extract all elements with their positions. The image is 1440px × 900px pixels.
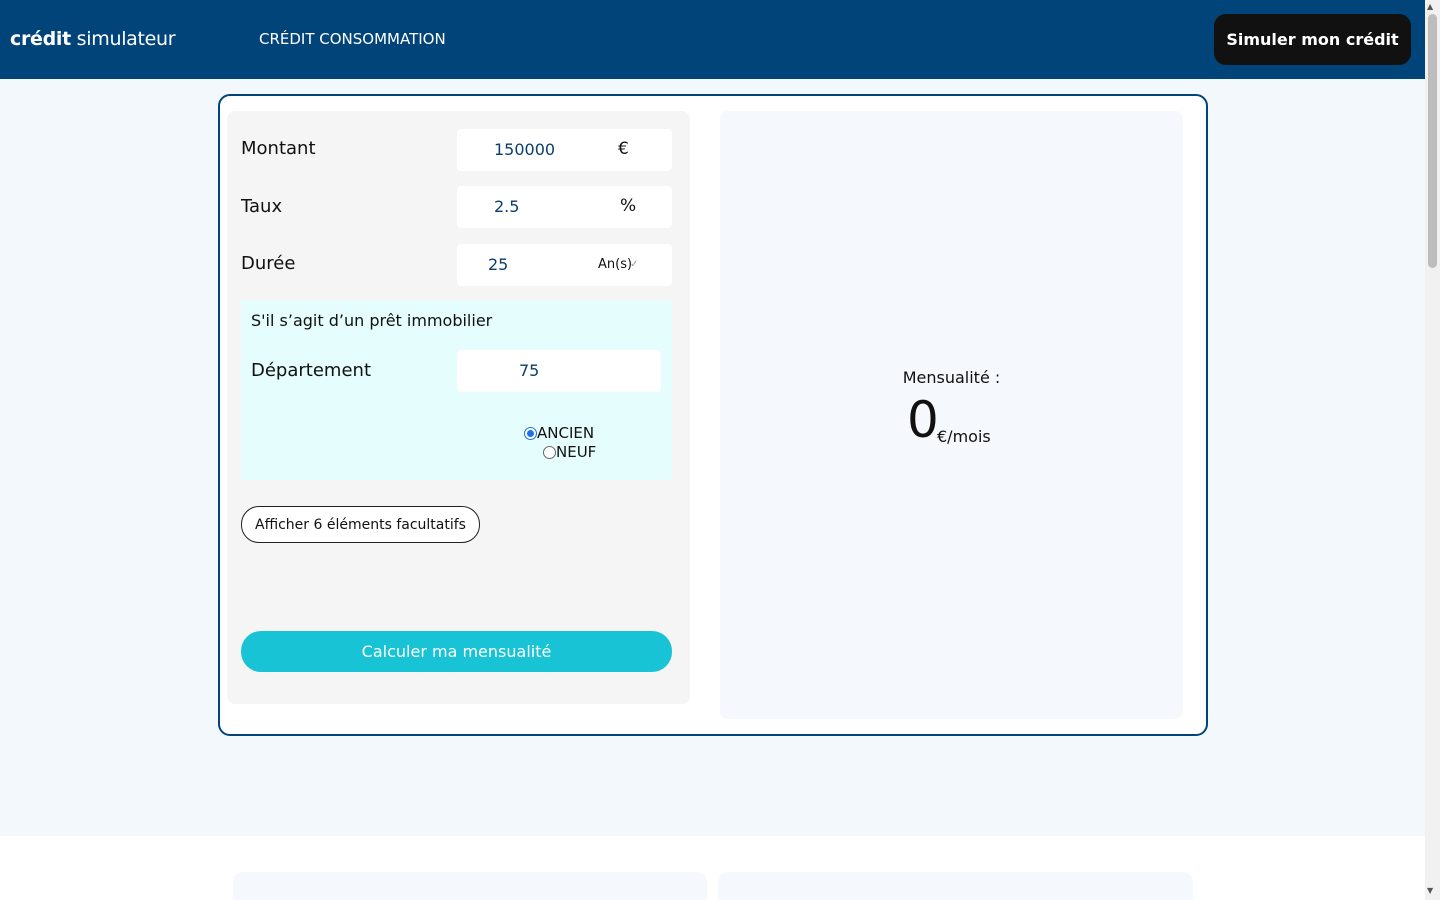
scroll-down-icon[interactable]: ▼ [1427, 886, 1433, 895]
duree-unit-select[interactable]: An(s) [598, 257, 632, 272]
duree-label: Durée [241, 253, 296, 274]
percent-unit: % [620, 196, 637, 216]
immobilier-title: S'il s’agit d’un prêt immobilier [251, 311, 493, 330]
departement-value[interactable]: 75 [519, 361, 539, 380]
duree-value[interactable]: 25 [488, 255, 508, 274]
calculate-button[interactable]: Calculer ma mensualité [241, 631, 672, 672]
scrollbar-thumb[interactable] [1428, 14, 1437, 268]
radio-ancien[interactable] [524, 426, 537, 440]
chevron-down-icon[interactable]: ✓ [630, 259, 638, 270]
euro-unit: € [618, 139, 629, 159]
radio-neuf-row[interactable]: NEUF [543, 443, 596, 461]
logo[interactable]: crédit simulateur [10, 28, 176, 50]
simuler-credit-button[interactable]: Simuler mon crédit [1214, 14, 1411, 65]
logo-regular: simulateur [70, 28, 176, 50]
lower-section [0, 836, 1425, 900]
radio-neuf-label: NEUF [556, 443, 597, 461]
mensualite-value: 0 [907, 391, 939, 449]
result-panel [720, 111, 1183, 719]
info-card [718, 872, 1193, 900]
taux-field[interactable]: 2.5 % [457, 186, 672, 228]
duree-field[interactable]: 25 An(s) ✓ [457, 244, 672, 286]
taux-value[interactable]: 2.5 [494, 197, 519, 216]
radio-ancien-label: ANCIEN [537, 424, 595, 442]
scroll-up-icon[interactable]: ▲ [1427, 2, 1433, 11]
info-card [233, 872, 707, 900]
nav-credit-consommation[interactable]: CRÉDIT CONSOMMATION [259, 30, 446, 48]
radio-neuf[interactable] [543, 445, 556, 459]
radio-ancien-row[interactable]: ANCIEN [524, 424, 594, 442]
logo-bold: crédit [10, 28, 71, 50]
show-optional-fields-button[interactable]: Afficher 6 éléments facultatifs [241, 506, 480, 543]
montant-value[interactable]: 150000 [494, 140, 555, 159]
montant-label: Montant [241, 138, 316, 159]
departement-field[interactable]: 75 [457, 350, 661, 392]
departement-label: Département [251, 360, 371, 381]
taux-label: Taux [241, 196, 283, 217]
mensualite-unit: €/mois [937, 427, 991, 446]
mensualite-label: Mensualité : [902, 368, 1001, 387]
header [0, 0, 1425, 79]
montant-field[interactable]: 150000 € [457, 129, 672, 171]
